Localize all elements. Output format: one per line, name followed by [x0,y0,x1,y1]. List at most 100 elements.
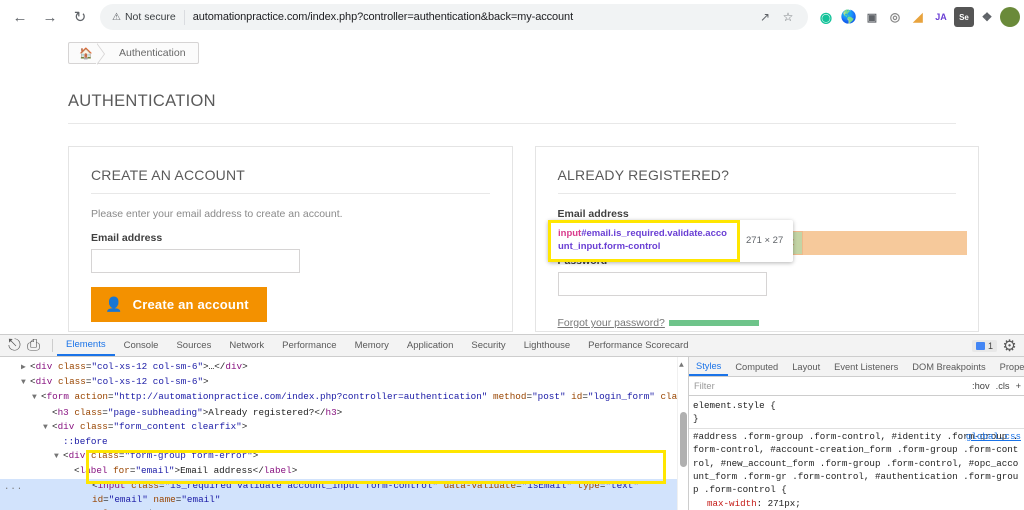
style-selector: element.style { [693,400,776,411]
tab-sources[interactable]: Sources [167,335,220,356]
style-source-link[interactable]: global.css [966,430,1021,443]
title-divider [68,123,956,124]
forgot-password-link[interactable]: Forgot your password? [558,317,665,329]
tab-layout[interactable]: Layout [785,357,827,376]
tab-dom-breakpoints[interactable]: DOM Breakpoints [905,357,992,376]
omnibox-actions: ↗ ☆ [755,7,802,27]
devtools-body: ▶ <div class="col-xs-12 col-sm-6">…</div>… [0,357,1024,510]
sign-in-button[interactable] [669,320,760,326]
selenium-extension-icon[interactable]: Se [954,7,974,27]
already-registered-heading: ALREADY REGISTERED? [557,167,730,183]
security-indicator[interactable]: ⚠ Not secure [112,11,176,23]
inspector-tooltip-dimensions: 271 × 27 [746,235,784,247]
browser-toolbar: ← → ↻ ⚠ Not secure automationpractice.co… [0,0,1024,34]
style-rule-close: } [693,413,699,425]
more-options-icon[interactable]: ··· [4,482,23,496]
create-account-button-label: Create an account [132,297,249,312]
tooltip-arrow-icon [560,265,570,270]
login-email-label: Email address [557,208,629,220]
create-email-label: Email address [91,232,163,244]
scroll-up-icon[interactable]: ▲ [679,359,684,373]
breadcrumb-current[interactable]: Authentication [103,43,198,63]
url-text: automationpractice.com/index.php?control… [192,11,574,23]
create-account-heading: CREATE AN ACCOUNT [91,167,246,183]
tab-network[interactable]: Network [220,335,273,356]
inspect-element-icon[interactable]: ⎋ [6,337,23,354]
speedtest-extension-icon[interactable]: ◎ [885,7,905,27]
tree-node[interactable]: ▼ <div class="form_content clearfix"> [0,420,688,435]
create-email-input[interactable] [91,249,300,273]
elements-tree-nodes-before: ▶ <div class="col-xs-12 col-sm-6">…</div>… [0,360,688,479]
device-toolbar-icon[interactable]: ⎙ [25,337,42,354]
tree-node[interactable]: ▶ <div class="col-xs-12 col-sm-6">…</div> [0,360,688,375]
ja-extension-icon[interactable]: JA [931,7,951,27]
create-account-button[interactable]: 👤 Create an account [91,287,267,322]
tooltip-tag-name: input [558,228,582,239]
tab-performance[interactable]: Performance [273,335,345,356]
tree-node[interactable]: ▼ <div class="form-group form-error"> [0,449,688,464]
share-icon[interactable]: ↗ [755,7,775,27]
tab-memory[interactable]: Memory [346,335,398,356]
screenshot-extension-icon[interactable]: ▣ [862,7,882,27]
style-declaration[interactable]: max-width: 271px; [693,497,1020,510]
message-icon [975,341,985,350]
style-rule[interactable]: element.style {} [689,398,1024,428]
devtools-panel: ⎋ ⎙ Elements Console Sources Network Per… [0,334,1024,510]
screen: ← → ↻ ⚠ Not secure automationpractice.co… [0,0,1024,510]
tab-lighthouse[interactable]: Lighthouse [515,335,579,356]
cls-toggle[interactable]: .cls [996,381,1010,391]
scrollbar-thumb[interactable] [680,412,687,467]
tab-event-listeners[interactable]: Event Listeners [827,357,905,376]
tree-node[interactable]: ::before [0,435,688,449]
star-icon[interactable]: ☆ [778,7,798,27]
style-rule[interactable]: global.css #address .form-group .form-con… [689,427,1024,510]
inspector-tooltip-selector: input#email.is_required.validate.account… [548,220,740,262]
divider [91,193,490,194]
hov-toggle[interactable]: :hov [972,381,990,391]
elements-tree[interactable]: ▶ <div class="col-xs-12 col-sm-6">…</div>… [0,357,688,510]
tree-node[interactable]: <h3 class="page-subheading">Already regi… [0,406,688,420]
tree-node[interactable]: ▼ <div class="col-xs-12 col-sm-6"> [0,375,688,390]
navigation-buttons: ← → ↻ [0,3,94,31]
auth-columns: CREATE AN ACCOUNT Please enter your emai… [68,146,979,332]
tab-properties[interactable]: Properties [993,357,1024,376]
new-style-rule-icon[interactable]: + [1016,381,1021,391]
devtools-tabbar: ⎋ ⎙ Elements Console Sources Network Per… [0,335,1024,357]
divider [557,193,956,194]
tab-security[interactable]: Security [462,335,514,356]
forward-icon[interactable]: → [36,3,64,31]
puzzle-extension-icon[interactable]: ❖ [977,7,997,27]
globe-extension-icon[interactable]: 🌎 [839,7,859,27]
styles-filter-input[interactable]: Filter [689,381,972,391]
message-count-badge[interactable]: 1 [971,339,997,352]
tab-application[interactable]: Application [398,335,462,356]
profile-avatar[interactable] [1000,7,1020,27]
home-icon[interactable]: 🏠 [69,43,105,65]
styles-rules-list: element.style {} global.css #address .form… [689,396,1024,510]
reload-icon[interactable]: ↻ [66,3,94,31]
tab-computed[interactable]: Computed [728,357,785,376]
styles-filter-tools: :hov .cls + [972,381,1024,391]
message-count: 1 [987,340,993,351]
tree-node[interactable]: ▼ <form action="http://automationpractice… [0,390,688,405]
tooltip-selector-text: #email.is_required.validate.account_inpu… [558,228,727,252]
address-bar[interactable]: ⚠ Not secure automationpractice.com/inde… [100,4,808,30]
devtools-right-actions: 1 ⚙ [971,335,1024,356]
create-account-hint: Please enter your email address to creat… [91,208,343,220]
divider [52,339,53,352]
gear-icon[interactable]: ⚙ [1001,337,1018,355]
selected-node-line1: <input class="is_required validate accou… [92,479,639,505]
styles-filter-bar: Filter :hov .cls + [689,377,1024,396]
tab-styles[interactable]: Styles [689,357,729,376]
elements-tree-scrollbar[interactable]: ▲ [677,357,688,510]
grammarly-extension-icon[interactable]: ◉ [816,7,836,27]
back-icon[interactable]: ← [6,3,34,31]
login-password-input[interactable] [557,272,767,296]
tab-console[interactable]: Console [115,335,168,356]
tab-elements[interactable]: Elements [57,335,115,356]
tab-performance-scorecard[interactable]: Performance Scorecard [579,335,697,356]
tree-node[interactable]: <label for="email">Email address</label> [0,464,688,478]
inspector-tooltip: input#email.is_required.validate.account… [548,220,794,262]
selected-element-row[interactable]: ··· <input class="is_required validate a… [0,478,688,510]
chart-extension-icon[interactable]: ◢ [908,7,928,27]
